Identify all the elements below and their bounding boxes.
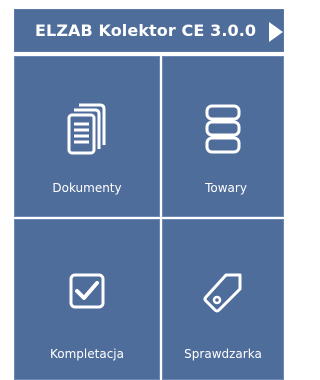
tile-kompletacja[interactable]: Kompletacja <box>14 219 160 380</box>
price-tag-icon <box>203 273 242 313</box>
tile-towary[interactable]: Towary <box>162 56 284 217</box>
app-header: ELZAB Kolektor CE 3.0.0 <box>14 9 284 52</box>
tile-towary-label: Towary <box>205 181 247 195</box>
tile-kompletacja-label: Kompletacja <box>50 347 124 361</box>
forward-arrow-icon[interactable] <box>269 22 283 42</box>
documents-icon <box>67 103 106 155</box>
tile-sprawdzarka[interactable]: Sprawdzarka <box>162 219 284 380</box>
tile-dokumenty-label: Dokumenty <box>52 181 122 195</box>
tile-dokumenty[interactable]: Dokumenty <box>14 56 160 217</box>
database-stack-icon <box>205 104 241 154</box>
checkbox-icon <box>69 273 105 309</box>
tile-sprawdzarka-label: Sprawdzarka <box>184 347 262 361</box>
app-title: ELZAB Kolektor CE 3.0.0 <box>35 21 257 40</box>
main-menu-grid: Dokumenty Towary Kompletacja Sprawdzarka <box>14 56 284 380</box>
app-window: ELZAB Kolektor CE 3.0.0 Dokumenty Towary… <box>0 0 284 380</box>
